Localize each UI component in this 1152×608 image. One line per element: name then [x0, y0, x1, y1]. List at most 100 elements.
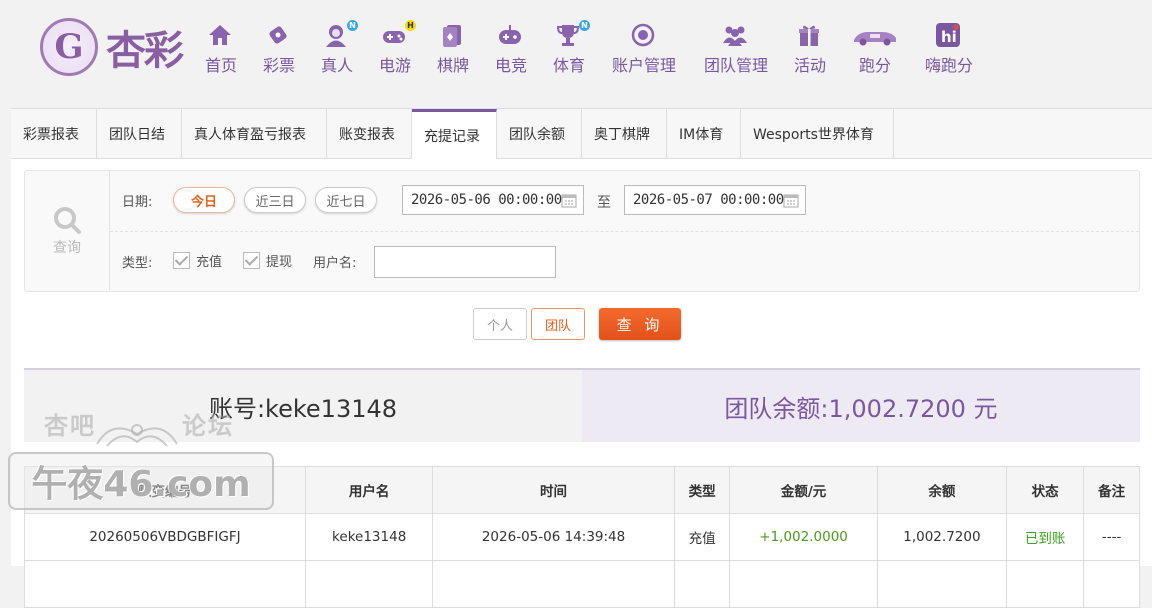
- col-remark: 备注: [1083, 466, 1140, 514]
- range-7days-button[interactable]: 近七日: [315, 187, 377, 213]
- account-icon: [629, 22, 659, 50]
- type-withdraw-checkbox[interactable]: 提现: [243, 251, 292, 270]
- type-label: 类型:: [122, 256, 153, 271]
- watermark-banner: 午夜46.com: [8, 452, 274, 510]
- tab-deposit-withdraw[interactable]: 充提记录: [412, 109, 497, 159]
- nav-label: 嗨跑分: [924, 56, 973, 75]
- nav-paofen[interactable]: 跑分: [850, 22, 900, 78]
- query-side: 查询: [25, 171, 110, 291]
- nav-label: 电游: [378, 56, 411, 75]
- nav-label: 电竞: [494, 56, 527, 75]
- cell-amount: +1,002.0000: [729, 513, 878, 561]
- nav-slots[interactable]: H 电游: [377, 20, 416, 78]
- report-tabs: 彩票报表 团队日结 真人体育盈亏报表 账变报表 充提记录 团队余额 奥丁棋牌 I…: [11, 109, 1152, 159]
- to-label: 至: [597, 195, 611, 211]
- end-date-input[interactable]: 2026-05-07 00:00:00: [624, 185, 806, 215]
- team-icon: [721, 22, 751, 50]
- team-balance-summary: 团队余额:1,002.7200 元: [582, 368, 1140, 442]
- col-amount: 金额/元: [729, 466, 878, 514]
- end-date-value: 2026-05-07 00:00:00: [633, 192, 784, 208]
- cell-time: 2026-05-06 14:39:48: [432, 513, 675, 561]
- site-logo[interactable]: G 杏彩: [40, 14, 200, 80]
- nav-hi-paofen[interactable]: hi 嗨跑分: [923, 22, 975, 78]
- nav-events[interactable]: 活动: [792, 22, 828, 78]
- logo-mark: G: [40, 18, 98, 76]
- username-label: 用户名:: [313, 256, 357, 271]
- new-badge: N: [579, 20, 590, 31]
- nav-account-management[interactable]: 账户管理: [609, 22, 679, 78]
- racecar-icon: [852, 22, 898, 50]
- watermark-text: 论坛: [182, 412, 234, 440]
- nav-label: 棋牌: [436, 56, 469, 75]
- cell-type: 充值: [673, 513, 731, 561]
- nav-label: 活动: [793, 56, 826, 75]
- scope-team-button[interactable]: 团队: [531, 308, 585, 340]
- cell-status: 已到账: [1006, 513, 1085, 561]
- calendar-icon: [561, 194, 577, 208]
- tab-team-balance[interactable]: 团队余额: [497, 109, 582, 158]
- nav-team-management[interactable]: 团队管理: [701, 22, 771, 78]
- tab-team-daily[interactable]: 团队日结: [97, 109, 182, 158]
- nav-label: 账户管理: [611, 56, 676, 75]
- nav-label: 首页: [204, 56, 237, 75]
- cell-serial: 20260506VBDGBFIGFJ: [24, 513, 306, 561]
- col-username: 用户名: [304, 466, 434, 514]
- cell-remark: ----: [1083, 513, 1140, 561]
- nav-label: 彩票: [262, 56, 295, 75]
- svg-text:hi: hi: [941, 28, 957, 46]
- watermark-ornament: [96, 424, 178, 447]
- nav-lottery[interactable]: 彩票: [261, 22, 297, 78]
- nav-label: 真人: [320, 56, 353, 75]
- query-submit-button[interactable]: 查 询: [599, 308, 681, 340]
- scope-personal-button[interactable]: 个人: [473, 308, 527, 340]
- tab-lottery-report[interactable]: 彩票报表: [11, 109, 97, 158]
- nav-label: 体育: [552, 56, 585, 75]
- new-badge: N: [347, 20, 358, 31]
- calendar-icon: [783, 194, 799, 208]
- trophy-icon: N: [554, 20, 590, 50]
- col-type: 类型: [673, 466, 731, 514]
- search-icon: [54, 207, 81, 234]
- nav-sports[interactable]: N 体育: [551, 20, 590, 78]
- username-input[interactable]: [374, 246, 556, 278]
- cards-icon: [438, 22, 468, 50]
- tab-odin-chess[interactable]: 奥丁棋牌: [582, 109, 667, 158]
- start-date-input[interactable]: 2026-05-06 00:00:00: [402, 185, 584, 215]
- table-row: [24, 560, 1140, 608]
- range-today-button[interactable]: 今日: [173, 187, 235, 213]
- col-status: 状态: [1006, 466, 1085, 514]
- hi-app-icon: hi: [934, 22, 964, 50]
- nav-chess[interactable]: 棋牌: [435, 22, 471, 78]
- type-deposit-checkbox[interactable]: 充值: [173, 251, 222, 270]
- nav-home[interactable]: 首页: [203, 22, 239, 78]
- logo-text: 杏彩: [106, 27, 184, 74]
- nav-esports[interactable]: 电竞: [493, 22, 529, 78]
- checkbox-label: 充值: [196, 255, 223, 270]
- date-label: 日期:: [122, 195, 153, 210]
- row-divider: [110, 231, 1139, 232]
- checkbox-box: [243, 252, 260, 269]
- start-date-value: 2026-05-06 00:00:00: [411, 192, 562, 208]
- tab-im-sports[interactable]: IM体育: [667, 109, 741, 158]
- tab-wesports[interactable]: Wesports世界体育: [741, 109, 894, 158]
- nav-label: 团队管理: [703, 56, 768, 75]
- query-side-label: 查询: [53, 240, 81, 256]
- nav-live[interactable]: N 真人: [319, 20, 358, 78]
- gamepad-icon: H: [380, 20, 416, 50]
- checkbox-label: 提现: [266, 255, 293, 270]
- nav-label: 跑分: [858, 56, 891, 75]
- table-row: 20260506VBDGBFIGFJ keke13148 2026-05-06 …: [24, 513, 1140, 561]
- tab-account-changes[interactable]: 账变报表: [327, 109, 412, 158]
- live-dealer-icon: N: [322, 20, 358, 50]
- col-balance: 余额: [876, 466, 1008, 514]
- range-3days-button[interactable]: 近三日: [244, 187, 306, 213]
- lottery-icon: [264, 22, 294, 50]
- gift-icon: [795, 22, 825, 50]
- cell-username: keke13148: [304, 513, 434, 561]
- col-time: 时间: [432, 466, 675, 514]
- esports-controller-icon: [496, 22, 526, 50]
- watermark-text: 杏吧: [44, 412, 96, 440]
- checkbox-box: [173, 252, 190, 269]
- tab-live-sports-pnl[interactable]: 真人体育盈亏报表: [182, 109, 327, 158]
- hot-badge: H: [405, 20, 416, 31]
